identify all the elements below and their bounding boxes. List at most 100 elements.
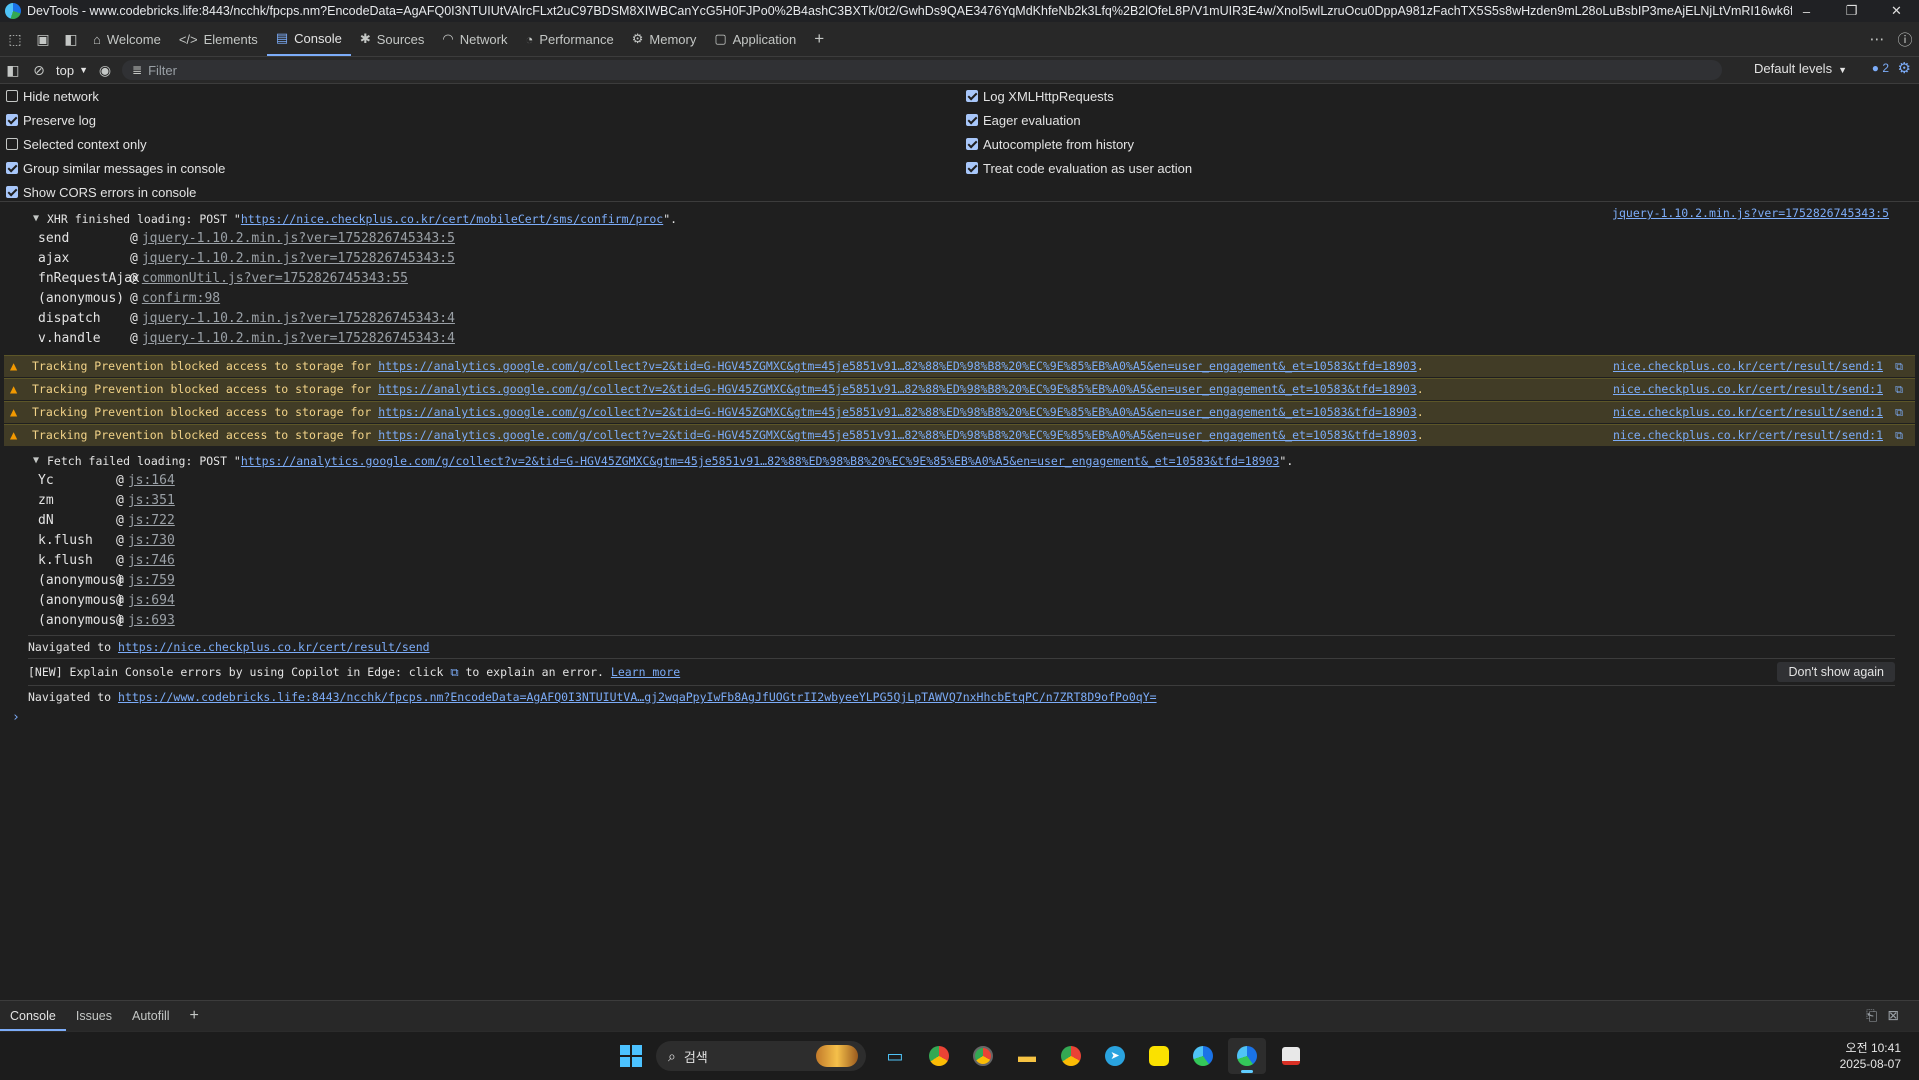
drawer-tab-bar: Console Issues Autofill + ⎗⊠ (0, 1000, 1919, 1031)
navigated-url-link[interactable]: https://www.codebricks.life:8443/ncchk/f… (118, 690, 1157, 704)
close-icon[interactable]: ✕ (1874, 0, 1919, 22)
checkbox[interactable] (966, 90, 978, 102)
tab-sources[interactable]: ✱ Sources (351, 22, 434, 56)
warning-source-link[interactable]: nice.checkplus.co.kr/cert/result/send:1 (1613, 356, 1883, 377)
tab-console[interactable]: ▤ Console (266, 22, 351, 56)
tab-network[interactable]: ◠ Network (433, 22, 516, 56)
navigated-message: Navigated to https://nice.checkplus.co.k… (28, 640, 430, 654)
tab-application[interactable]: ▢ Application (705, 22, 805, 56)
warning-source-link[interactable]: nice.checkplus.co.kr/cert/result/send:1 (1613, 402, 1883, 423)
setting-show-cors-errors[interactable]: Show CORS errors in console (6, 180, 225, 204)
copilot-explain-icon[interactable]: ⧉ (1895, 425, 1903, 446)
warning-message: ▲ Tracking Prevention blocked access to … (4, 378, 1915, 400)
issues-badge[interactable]: ● 2 (1872, 61, 1889, 75)
add-drawer-tab-icon[interactable]: + (180, 1001, 209, 1031)
more-options-icon[interactable]: ⋯ (1863, 30, 1891, 48)
search-highlight-icon (816, 1045, 858, 1067)
edge-devtools-icon[interactable] (1228, 1038, 1266, 1074)
stack-frame: k.flush @ js:730 (38, 533, 175, 548)
expand-triangle-icon[interactable]: ▼ (33, 209, 39, 229)
edge-icon[interactable] (1184, 1038, 1222, 1074)
taskbar-search[interactable]: ⌕ 검색 (656, 1041, 866, 1071)
copilot-explain-icon[interactable]: ⧉ (1895, 356, 1903, 377)
inspect-element-icon[interactable]: ⬚ (2, 26, 28, 52)
xhr-source-link[interactable]: jquery-1.10.2.min.js?ver=1752826745343:5 (1612, 203, 1889, 223)
log-levels-dropdown[interactable]: Default levels ▼ (1754, 61, 1847, 76)
edge-devtools-logo-icon (5, 3, 21, 19)
setting-selected-context-only[interactable]: Selected context only (6, 132, 225, 156)
minimize-icon[interactable]: – (1784, 0, 1829, 22)
expand-triangle-icon[interactable]: ▼ (33, 451, 39, 471)
drawer-tab-console[interactable]: Console (0, 1001, 66, 1031)
context-selector[interactable]: top ▼ (52, 63, 92, 78)
clear-console-icon[interactable]: ⊘ (26, 62, 52, 79)
desktop-app-icon[interactable]: ▭ (876, 1038, 914, 1074)
start-button[interactable] (612, 1038, 650, 1074)
dont-show-again-button[interactable]: Don't show again (1777, 662, 1895, 682)
warning-url-link[interactable]: https://analytics.google.com/g/collect?v… (378, 359, 1417, 373)
xhr-url-link[interactable]: https://nice.checkplus.co.kr/cert/mobile… (241, 212, 663, 226)
sidebar-toggle-icon[interactable]: ◧ (0, 62, 26, 79)
fetch-message[interactable]: ▼ Fetch failed loading: POST "https://an… (0, 451, 1919, 471)
setting-treat-code-eval[interactable]: Treat code evaluation as user action (966, 156, 1192, 180)
tab-performance[interactable]: ◔ Performance (516, 22, 622, 56)
restore-icon[interactable]: ❐ (1829, 0, 1874, 22)
bug-icon: ✱ (359, 31, 371, 46)
filter-input[interactable]: ≣ Filter (122, 60, 1722, 80)
console-log: ▼ XHR finished loading: POST "https://ni… (0, 203, 1919, 998)
checkbox[interactable] (966, 162, 978, 174)
setting-log-xhr[interactable]: Log XMLHttpRequests (966, 84, 1192, 108)
checkbox[interactable] (6, 162, 18, 174)
console-settings-gear-icon[interactable]: ⚙ (1898, 59, 1911, 77)
setting-autocomplete-history[interactable]: Autocomplete from history (966, 132, 1192, 156)
kakaotalk-icon[interactable] (1140, 1038, 1178, 1074)
navigated-url-link[interactable]: https://nice.checkplus.co.kr/cert/result… (118, 640, 430, 654)
chrome-icon[interactable] (920, 1038, 958, 1074)
setting-hide-network[interactable]: Hide network (6, 84, 225, 108)
checkbox[interactable] (6, 138, 18, 150)
warning-source-link[interactable]: nice.checkplus.co.kr/cert/result/send:1 (1613, 379, 1883, 400)
dock-drawer-icon[interactable]: ⎗ (1866, 1007, 1887, 1023)
live-expression-eye-icon[interactable]: ◉ (92, 62, 118, 79)
windows-taskbar: ⌕ 검색 ▭ ▬ ➤ 오전 10:41 2025-08-07 (0, 1031, 1919, 1080)
warning-url-link[interactable]: https://analytics.google.com/g/collect?v… (378, 382, 1417, 396)
copilot-explain-icon[interactable]: ⧉ (1895, 402, 1903, 423)
stack-frame: v.handle @ jquery-1.10.2.min.js?ver=175282… (38, 331, 455, 346)
snipping-tool-icon[interactable] (1272, 1038, 1310, 1074)
close-drawer-icon[interactable]: ⊠ (1887, 1007, 1909, 1023)
tab-elements[interactable]: </> Elements (170, 22, 267, 56)
tab-memory[interactable]: ⚙ Memory (623, 22, 706, 56)
telegram-icon[interactable]: ➤ (1096, 1038, 1134, 1074)
setting-group-similar[interactable]: Group similar messages in console (6, 156, 225, 180)
stack-frame: dN @ js:722 (38, 513, 175, 528)
warning-url-link[interactable]: https://analytics.google.com/g/collect?v… (378, 405, 1417, 419)
copilot-explain-icon[interactable]: ⧉ (1895, 379, 1903, 400)
setting-eager-evaluation[interactable]: Eager evaluation (966, 108, 1192, 132)
console-prompt[interactable]: › (0, 708, 1919, 728)
drawer-tab-issues[interactable]: Issues (66, 1001, 122, 1031)
drawer-tab-autofill[interactable]: Autofill (122, 1001, 180, 1031)
warning-url-link[interactable]: https://analytics.google.com/g/collect?v… (378, 428, 1417, 442)
chrome-profile-icon[interactable] (1052, 1038, 1090, 1074)
copilot-explain-icon[interactable]: ⧉ (450, 665, 458, 679)
checkbox[interactable] (6, 90, 18, 102)
setting-preserve-log[interactable]: Preserve log (6, 108, 225, 132)
xhr-message[interactable]: ▼ XHR finished loading: POST "https://ni… (0, 206, 1919, 229)
warning-source-link[interactable]: nice.checkplus.co.kr/cert/result/send:1 (1613, 425, 1883, 446)
learn-more-link[interactable]: Learn more (611, 665, 680, 679)
checkbox[interactable] (966, 114, 978, 126)
file-explorer-icon[interactable]: ▬ (1008, 1038, 1046, 1074)
dock-sidebar-icon[interactable]: ◧ (58, 26, 84, 52)
fetch-url-link[interactable]: https://analytics.google.com/g/collect?v… (241, 454, 1280, 468)
device-toolbar-icon[interactable]: ▣ (30, 26, 56, 52)
fetch-stack-trace: Yc @ js:164 zm @ js:351 dN @ js:722 k.flush @ js… (0, 471, 1919, 631)
checkbox[interactable] (966, 138, 978, 150)
checkbox[interactable] (6, 114, 18, 126)
help-icon[interactable]: ⓘ (1891, 29, 1919, 50)
system-clock[interactable]: 오전 10:41 2025-08-07 (1840, 1040, 1901, 1072)
tab-welcome[interactable]: ⌂ Welcome (84, 22, 170, 56)
chrome-alt-icon[interactable] (964, 1038, 1002, 1074)
add-tab-button[interactable]: + (805, 22, 833, 56)
app-icon: ▢ (714, 31, 727, 46)
checkbox[interactable] (6, 186, 18, 198)
